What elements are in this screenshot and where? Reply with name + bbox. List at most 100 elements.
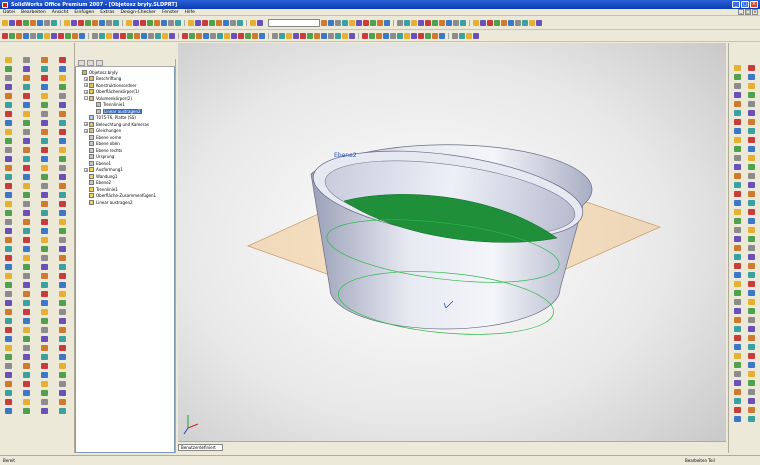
command-icon[interactable] <box>40 75 48 81</box>
command-icon[interactable] <box>40 228 48 234</box>
command-icon[interactable] <box>22 408 30 414</box>
command-icon[interactable] <box>733 164 741 170</box>
toolbar-tool-icon[interactable] <box>363 20 369 26</box>
feature-tool-icon[interactable] <box>113 33 119 39</box>
command-icon[interactable] <box>58 219 66 225</box>
toolbar-tool-icon[interactable] <box>161 20 167 26</box>
feature-tool-icon[interactable] <box>245 33 251 39</box>
feature-tool-icon[interactable] <box>418 33 424 39</box>
command-icon[interactable] <box>22 183 30 189</box>
command-icon[interactable] <box>58 327 66 333</box>
toolbar-tool-icon[interactable] <box>37 20 43 26</box>
command-icon[interactable] <box>733 254 741 260</box>
command-icon[interactable] <box>40 381 48 387</box>
command-icon[interactable] <box>733 155 741 161</box>
command-icon[interactable] <box>40 147 48 153</box>
command-icon[interactable] <box>58 147 66 153</box>
toolbar-tool-icon[interactable] <box>202 20 208 26</box>
command-icon[interactable] <box>40 66 48 72</box>
command-icon[interactable] <box>40 273 48 279</box>
command-icon[interactable] <box>40 129 48 135</box>
feature-tool-icon[interactable] <box>411 33 417 39</box>
command-icon[interactable] <box>22 210 30 216</box>
command-icon[interactable] <box>4 174 12 180</box>
toolbar-tool-icon[interactable] <box>370 20 376 26</box>
command-icon[interactable] <box>40 102 48 108</box>
command-icon[interactable] <box>58 210 66 216</box>
command-icon[interactable] <box>58 102 66 108</box>
command-icon[interactable] <box>22 399 30 405</box>
command-icon[interactable] <box>40 237 48 243</box>
toolbar-tool-icon[interactable] <box>23 20 29 26</box>
command-icon[interactable] <box>22 174 30 180</box>
command-icon[interactable] <box>22 273 30 279</box>
toolbar-tool-icon[interactable] <box>85 20 91 26</box>
feature-tool-icon[interactable] <box>44 33 50 39</box>
command-icon[interactable] <box>22 282 30 288</box>
feature-tool-icon[interactable] <box>473 33 479 39</box>
toolbar-tool-icon[interactable] <box>397 20 403 26</box>
feature-tool-icon[interactable] <box>279 33 285 39</box>
command-icon[interactable] <box>58 282 66 288</box>
feature-tool-icon[interactable] <box>196 33 202 39</box>
command-icon[interactable] <box>22 111 30 117</box>
feature-tool-icon[interactable] <box>231 33 237 39</box>
command-icon[interactable] <box>58 399 66 405</box>
command-icon[interactable] <box>40 408 48 414</box>
feature-tool-icon[interactable] <box>459 33 465 39</box>
command-icon[interactable] <box>733 416 741 422</box>
command-icon[interactable] <box>747 101 755 107</box>
command-icon[interactable] <box>22 291 30 297</box>
command-icon[interactable] <box>733 236 741 242</box>
command-icon[interactable] <box>733 218 741 224</box>
command-icon[interactable] <box>58 66 66 72</box>
command-icon[interactable] <box>747 92 755 98</box>
command-icon[interactable] <box>747 407 755 413</box>
command-icon[interactable] <box>747 317 755 323</box>
feature-tool-icon[interactable] <box>51 33 57 39</box>
command-icon[interactable] <box>58 345 66 351</box>
command-icon[interactable] <box>4 210 12 216</box>
toolbar-tool-icon[interactable] <box>188 20 194 26</box>
command-icon[interactable] <box>22 363 30 369</box>
toolbar-tool-icon[interactable] <box>460 20 466 26</box>
graphics-viewport[interactable]: Ebene2 <box>178 43 726 441</box>
command-icon[interactable] <box>4 399 12 405</box>
command-icon[interactable] <box>4 129 12 135</box>
command-icon[interactable] <box>4 273 12 279</box>
command-icon[interactable] <box>58 372 66 378</box>
toolbar-tool-icon[interactable] <box>175 20 181 26</box>
command-icon[interactable] <box>40 246 48 252</box>
toolbar-tool-icon[interactable] <box>342 20 348 26</box>
command-icon[interactable] <box>58 354 66 360</box>
toolbar-tool-icon[interactable] <box>377 20 383 26</box>
command-icon[interactable] <box>58 264 66 270</box>
toolbar-tool-icon[interactable] <box>335 20 341 26</box>
command-icon[interactable] <box>733 335 741 341</box>
command-icon[interactable] <box>747 128 755 134</box>
command-icon[interactable] <box>40 354 48 360</box>
command-icon[interactable] <box>58 156 66 162</box>
tab-feature-manager[interactable] <box>78 59 85 66</box>
command-icon[interactable] <box>22 219 30 225</box>
model-view[interactable]: Ebene2 <box>178 43 726 441</box>
feature-tool-icon[interactable] <box>99 33 105 39</box>
toolbar-tool-icon[interactable] <box>2 20 8 26</box>
toolbar-tool-icon[interactable] <box>140 20 146 26</box>
command-icon[interactable] <box>22 120 30 126</box>
command-icon[interactable] <box>58 381 66 387</box>
command-icon[interactable] <box>22 345 30 351</box>
feature-tool-icon[interactable] <box>92 33 98 39</box>
toolbar-tool-icon[interactable] <box>257 20 263 26</box>
menu-bearbeiten[interactable]: Bearbeiten <box>18 10 49 15</box>
toolbar-tool-icon[interactable] <box>349 20 355 26</box>
toolbar-tool-icon[interactable] <box>404 20 410 26</box>
command-icon[interactable] <box>22 390 30 396</box>
command-icon[interactable] <box>40 165 48 171</box>
command-icon[interactable] <box>58 273 66 279</box>
command-icon[interactable] <box>40 282 48 288</box>
command-icon[interactable] <box>22 336 30 342</box>
toolbar-tool-icon[interactable] <box>147 20 153 26</box>
command-icon[interactable] <box>733 281 741 287</box>
command-icon[interactable] <box>58 246 66 252</box>
